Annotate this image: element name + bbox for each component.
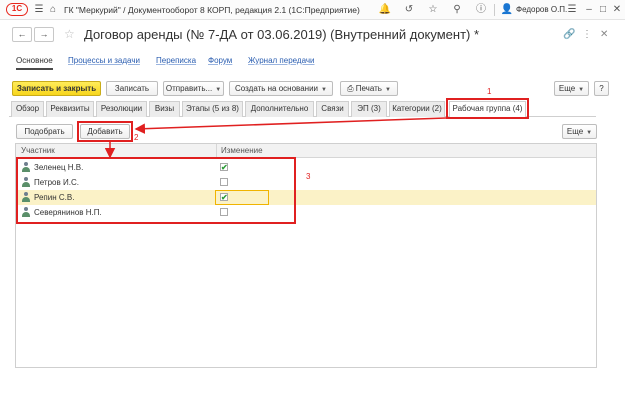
arrow-tab-to-add: [134, 117, 447, 134]
annotation-arrows: [104, 117, 447, 159]
